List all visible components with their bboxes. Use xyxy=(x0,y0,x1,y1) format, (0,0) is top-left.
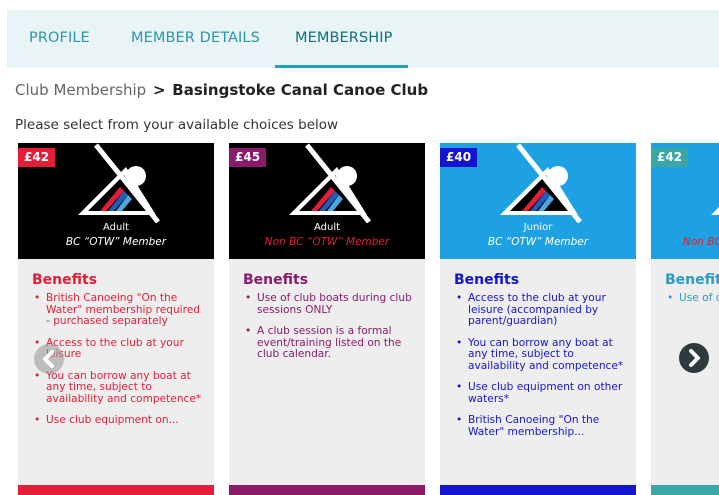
card-footer[interactable] xyxy=(18,485,214,495)
price-badge: £45 xyxy=(229,148,267,167)
tab-membership[interactable]: MEMBERSHIP xyxy=(295,10,393,68)
breadcrumb-separator: > xyxy=(152,81,166,99)
price-badge: £42 xyxy=(18,148,56,167)
instructions-text: Please select from your available choice… xyxy=(15,117,339,133)
benefits-heading: Benefits xyxy=(665,272,719,288)
list-item: British Canoeing "On the Water" membersh… xyxy=(32,292,206,328)
card-hero: £45 Adult Non BC “OTW” Member xyxy=(229,143,425,259)
list-item: Use club equipment on other waters* xyxy=(454,381,628,405)
member-category: BC “OTW” Member xyxy=(65,236,167,248)
list-item: British Canoeing "On the Water" membersh… xyxy=(454,414,628,438)
chevron-left-icon xyxy=(43,350,54,368)
member-type: Adult xyxy=(102,222,130,233)
card-footer[interactable] xyxy=(440,485,636,495)
kayaker-logo-icon xyxy=(711,207,719,215)
member-type: Adult xyxy=(313,222,341,233)
kayaker-logo-icon xyxy=(78,143,160,223)
card-hero: £40 Junior BC “OTW” Member xyxy=(440,143,636,259)
list-item: You can borrow any boat at any time, sub… xyxy=(32,370,206,406)
list-item: Use of club boats during club sessions O… xyxy=(243,292,417,316)
tab-member-details[interactable]: MEMBER DETAILS xyxy=(131,10,260,68)
list-item: Use club equipment on... xyxy=(32,414,206,427)
list-item: You can borrow any boat at any time, sub… xyxy=(454,337,628,373)
kayaker-logo-icon xyxy=(289,143,371,223)
membership-card-adult-non-bc-otw[interactable]: £45 Adult Non BC “OTW” Member Benefits U… xyxy=(229,143,425,495)
list-item: Access to the club at your leisure (acco… xyxy=(454,292,628,328)
member-category: Non BC xyxy=(683,236,719,248)
list-item: A club session is a formal event/trainin… xyxy=(243,325,417,361)
active-tab-indicator xyxy=(275,65,408,68)
membership-card-adult-bc-otw[interactable]: £42 Adult BC “OTW” Member Benefits Briti… xyxy=(18,143,214,495)
breadcrumb-root[interactable]: Club Membership xyxy=(15,81,146,99)
benefits-heading: Benefits xyxy=(454,272,520,288)
breadcrumb: Club Membership > Basingstoke Canal Cano… xyxy=(15,81,428,99)
membership-card-junior-bc-otw[interactable]: £40 Junior BC “OTW” Member Benefits Acce… xyxy=(440,143,636,495)
carousel-next-button[interactable] xyxy=(679,343,709,373)
benefits-heading: Benefits xyxy=(243,272,309,288)
breadcrumb-current: Basingstoke Canal Canoe Club xyxy=(172,81,429,99)
card-footer[interactable] xyxy=(229,485,425,495)
tab-bar: PROFILE MEMBER DETAILS MEMBERSHIP xyxy=(7,10,719,68)
card-hero: £42 Adult BC “OTW” Member xyxy=(18,143,214,259)
price-badge: £40 xyxy=(440,148,478,167)
benefits-list: Access to the club at your leisure (acco… xyxy=(454,292,628,448)
list-item: Use of club se... xyxy=(665,292,719,305)
chevron-right-icon xyxy=(689,349,700,367)
membership-card-partial[interactable]: £42 Non BC Benefits Use of club se... xyxy=(651,143,719,495)
member-category: BC “OTW” Member xyxy=(487,236,589,248)
price-badge: £42 xyxy=(651,148,689,167)
benefits-list: Use of club boats during club sessions O… xyxy=(243,292,417,371)
kayaker-logo-icon xyxy=(500,143,582,223)
member-category: Non BC “OTW” Member xyxy=(264,236,390,248)
card-footer[interactable] xyxy=(651,485,719,495)
member-type: Junior xyxy=(523,222,553,233)
benefits-heading: Benefits xyxy=(32,272,98,288)
carousel-prev-button[interactable] xyxy=(34,344,64,374)
benefits-list: Use of club se... xyxy=(665,292,719,315)
card-hero: £42 Non BC xyxy=(651,143,719,259)
tab-profile[interactable]: PROFILE xyxy=(29,10,90,68)
